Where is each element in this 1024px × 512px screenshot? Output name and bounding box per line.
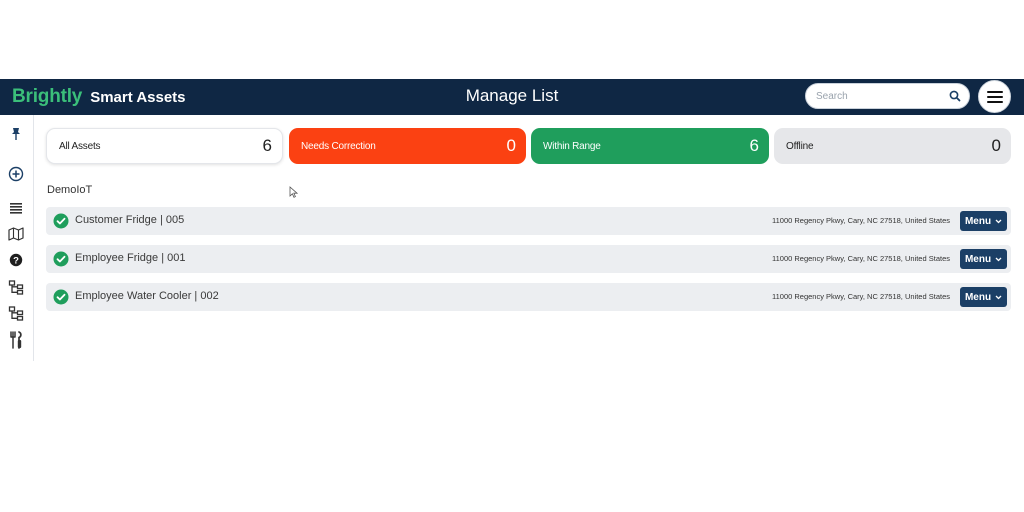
menu-button-label: Menu [964, 291, 992, 303]
mouse-cursor-icon [289, 186, 298, 198]
all-assets-count: 6 [262, 136, 272, 155]
asset-address: 11000 Regency Pkwy, Cary, NC 27518, Unit… [771, 216, 950, 225]
group-label: DemoIoT [47, 184, 93, 196]
check-circle-icon [53, 289, 69, 305]
help-icon[interactable]: ? [7, 251, 25, 269]
add-circle-icon[interactable] [7, 165, 25, 183]
search-box [805, 83, 970, 109]
top-bar: Brightly Smart Assets Manage List [0, 79, 1024, 115]
asset-name[interactable]: Employee Fridge | 001 [75, 252, 185, 264]
within-range-label: Within Range [543, 140, 601, 152]
needs-correction-label: Needs Correction [301, 140, 376, 152]
tools-icon[interactable] [7, 331, 25, 349]
within-range-card[interactable]: Within Range 6 [531, 128, 769, 164]
search-input[interactable] [816, 88, 944, 105]
brand-name: Brightly [12, 86, 83, 107]
chevron-down-icon [995, 295, 1002, 299]
brand-logo[interactable]: Brightly Smart Assets [12, 85, 186, 109]
org-chart-icon[interactable] [7, 304, 25, 322]
hamburger-menu-button[interactable] [978, 80, 1011, 113]
map-icon[interactable] [7, 225, 25, 243]
offline-label: Offline [786, 140, 814, 152]
menu-button-label: Menu [964, 253, 992, 265]
list-icon[interactable] [7, 199, 25, 217]
app-frame: Brightly Smart Assets Manage List Search… [0, 79, 1024, 361]
asset-menu-button[interactable]: Menu [960, 287, 1007, 307]
offline-count: 0 [991, 136, 1001, 155]
asset-row[interactable]: Employee Fridge | 001 11000 Regency Pkwy… [46, 245, 1011, 273]
hamburger-icon [986, 90, 1003, 103]
product-name: Smart Assets [90, 88, 186, 106]
all-assets-label: All Assets [59, 140, 101, 152]
asset-name[interactable]: Customer Fridge | 005 [75, 214, 184, 226]
asset-name[interactable]: Employee Water Cooler | 002 [75, 290, 219, 302]
needs-correction-count: 0 [506, 136, 516, 155]
asset-row[interactable]: Customer Fridge | 005 11000 Regency Pkwy… [46, 207, 1011, 235]
within-range-count: 6 [749, 136, 759, 155]
check-circle-icon [53, 213, 69, 229]
asset-address: 11000 Regency Pkwy, Cary, NC 27518, Unit… [771, 254, 950, 263]
sidebar: ? [0, 115, 34, 361]
all-assets-card[interactable]: All Assets 6 [46, 128, 283, 164]
asset-menu-button[interactable]: Menu [960, 249, 1007, 269]
asset-address: 11000 Regency Pkwy, Cary, NC 27518, Unit… [771, 292, 950, 301]
menu-button-label: Menu [964, 215, 992, 227]
check-circle-icon [53, 251, 69, 267]
search-icon[interactable] [948, 89, 962, 103]
asset-row[interactable]: Employee Water Cooler | 002 11000 Regenc… [46, 283, 1011, 311]
asset-menu-button[interactable]: Menu [960, 211, 1007, 231]
needs-correction-card[interactable]: Needs Correction 0 [289, 128, 526, 164]
chevron-down-icon [995, 257, 1002, 261]
pin-icon[interactable] [7, 125, 25, 143]
chevron-down-icon [995, 219, 1002, 223]
offline-card[interactable]: Offline 0 [774, 128, 1011, 164]
svg-text:?: ? [13, 255, 19, 266]
org-chart-icon[interactable] [7, 278, 25, 296]
